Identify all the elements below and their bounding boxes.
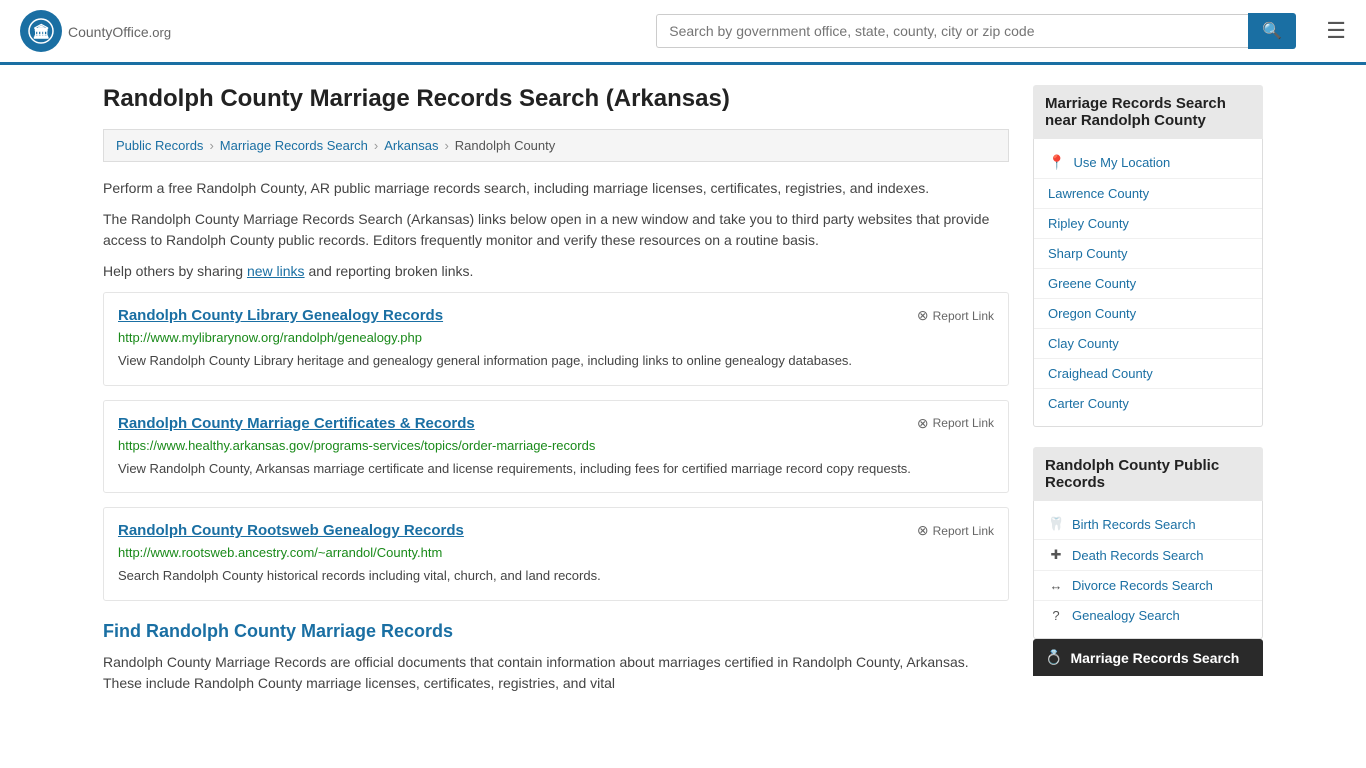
report-icon-0: ⊗ — [917, 307, 929, 324]
breadcrumb-sep-3: › — [444, 138, 448, 153]
breadcrumb-arkansas[interactable]: Arkansas — [384, 138, 438, 153]
nearby-county-link-3[interactable]: Greene County — [1048, 276, 1136, 291]
record-url-0[interactable]: http://www.mylibrarynow.org/randolph/gen… — [118, 330, 994, 345]
svg-text:🏛: 🏛 — [32, 23, 50, 39]
record-entry-2: Randolph County Rootsweb Genealogy Recor… — [103, 507, 1009, 601]
record-header-2: Randolph County Rootsweb Genealogy Recor… — [118, 522, 994, 539]
public-record-label-3[interactable]: Genealogy Search — [1072, 608, 1180, 623]
use-my-location-item[interactable]: 📍 Use My Location — [1034, 147, 1262, 179]
marriage-icon: 💍 — [1045, 649, 1062, 666]
nearby-county-link-1[interactable]: Ripley County — [1048, 216, 1129, 231]
search-icon: 🔍 — [1262, 23, 1282, 40]
nearby-county-5[interactable]: Clay County — [1034, 329, 1262, 359]
public-records-header: Randolph County Public Records — [1033, 447, 1263, 501]
nearby-county-3[interactable]: Greene County — [1034, 269, 1262, 299]
description-1: Perform a free Randolph County, AR publi… — [103, 178, 1009, 199]
logo-link[interactable]: 🏛 CountyOffice.org — [20, 10, 171, 52]
nearby-county-0[interactable]: Lawrence County — [1034, 179, 1262, 209]
public-records-content: 🦷 Birth Records Search ✚ Death Records S… — [1033, 501, 1263, 639]
record-desc-0: View Randolph County Library heritage an… — [118, 351, 994, 371]
report-link-0[interactable]: ⊗ Report Link — [917, 307, 994, 324]
record-entry-1: Randolph County Marriage Certificates & … — [103, 400, 1009, 494]
public-record-0[interactable]: 🦷 Birth Records Search — [1034, 509, 1262, 540]
record-desc-2: Search Randolph County historical record… — [118, 566, 994, 586]
report-link-1[interactable]: ⊗ Report Link — [917, 415, 994, 432]
search-area: 🔍 — [656, 13, 1296, 49]
search-button[interactable]: 🔍 — [1248, 13, 1296, 49]
public-record-3[interactable]: ? Genealogy Search — [1034, 601, 1262, 630]
left-panel: Randolph County Marriage Records Search … — [103, 85, 1009, 704]
report-icon-2: ⊗ — [917, 522, 929, 539]
record-url-1[interactable]: https://www.healthy.arkansas.gov/program… — [118, 438, 994, 453]
use-my-location-link[interactable]: Use My Location — [1073, 155, 1170, 170]
hamburger-icon: ☰ — [1326, 18, 1346, 43]
logo-icon: 🏛 — [20, 10, 62, 52]
main-content: Randolph County Marriage Records Search … — [83, 65, 1283, 724]
divorce-icon: ↔ — [1048, 578, 1064, 593]
nearby-header: Marriage Records Search near Randolph Co… — [1033, 85, 1263, 139]
public-record-label-1[interactable]: Death Records Search — [1072, 548, 1204, 563]
right-panel: Marriage Records Search near Randolph Co… — [1033, 85, 1263, 704]
breadcrumb-public-records[interactable]: Public Records — [116, 138, 203, 153]
nearby-county-link-4[interactable]: Oregon County — [1048, 306, 1136, 321]
nearby-county-6[interactable]: Craighead County — [1034, 359, 1262, 389]
breadcrumb-marriage-records[interactable]: Marriage Records Search — [220, 138, 368, 153]
report-link-2[interactable]: ⊗ Report Link — [917, 522, 994, 539]
nearby-county-link-2[interactable]: Sharp County — [1048, 246, 1128, 261]
find-description: Randolph County Marriage Records are off… — [103, 652, 1009, 694]
page-title: Randolph County Marriage Records Search … — [103, 85, 1009, 113]
public-record-label-2[interactable]: Divorce Records Search — [1072, 578, 1213, 593]
breadcrumb-sep-1: › — [209, 138, 213, 153]
new-links-link[interactable]: new links — [247, 263, 305, 279]
birth-icon: 🦷 — [1048, 516, 1064, 532]
header: 🏛 CountyOffice.org 🔍 ☰ — [0, 0, 1366, 65]
nearby-content: 📍 Use My Location Lawrence County Ripley… — [1033, 139, 1263, 427]
nearby-county-7[interactable]: Carter County — [1034, 389, 1262, 418]
nearby-county-link-0[interactable]: Lawrence County — [1048, 186, 1149, 201]
report-icon-1: ⊗ — [917, 415, 929, 432]
search-input[interactable] — [656, 14, 1248, 48]
report-label-2: Report Link — [933, 524, 994, 538]
find-section-title: Find Randolph County Marriage Records — [103, 621, 1009, 642]
nearby-county-link-6[interactable]: Craighead County — [1048, 366, 1153, 381]
record-title-1[interactable]: Randolph County Marriage Certificates & … — [118, 415, 475, 432]
death-icon: ✚ — [1048, 547, 1064, 563]
menu-button[interactable]: ☰ — [1326, 18, 1346, 44]
record-title-2[interactable]: Randolph County Rootsweb Genealogy Recor… — [118, 522, 464, 539]
nearby-counties-box: Marriage Records Search near Randolph Co… — [1033, 85, 1263, 427]
record-header-0: Randolph County Library Genealogy Record… — [118, 307, 994, 324]
public-record-1[interactable]: ✚ Death Records Search — [1034, 540, 1262, 571]
report-label-0: Report Link — [933, 309, 994, 323]
record-desc-1: View Randolph County, Arkansas marriage … — [118, 459, 994, 479]
nearby-county-2[interactable]: Sharp County — [1034, 239, 1262, 269]
report-label-1: Report Link — [933, 416, 994, 430]
record-header-1: Randolph County Marriage Certificates & … — [118, 415, 994, 432]
public-records-box: Randolph County Public Records 🦷 Birth R… — [1033, 447, 1263, 676]
breadcrumb-sep-2: › — [374, 138, 378, 153]
record-entry-0: Randolph County Library Genealogy Record… — [103, 292, 1009, 386]
public-record-2[interactable]: ↔ Divorce Records Search — [1034, 571, 1262, 601]
record-title-0[interactable]: Randolph County Library Genealogy Record… — [118, 307, 443, 324]
breadcrumb: Public Records › Marriage Records Search… — [103, 129, 1009, 162]
desc3-prefix: Help others by sharing — [103, 263, 247, 279]
public-record-label-0[interactable]: Birth Records Search — [1072, 517, 1196, 532]
logo-suffix: .org — [149, 25, 171, 40]
nearby-county-link-7[interactable]: Carter County — [1048, 396, 1129, 411]
desc3-suffix: and reporting broken links. — [305, 263, 474, 279]
nearby-county-1[interactable]: Ripley County — [1034, 209, 1262, 239]
description-2: The Randolph County Marriage Records Sea… — [103, 209, 1009, 251]
description-3: Help others by sharing new links and rep… — [103, 261, 1009, 282]
logo-text: CountyOffice.org — [68, 21, 171, 42]
nearby-county-4[interactable]: Oregon County — [1034, 299, 1262, 329]
logo-name: CountyOffice — [68, 24, 149, 40]
marriage-records-bottom-header[interactable]: 💍 Marriage Records Search — [1033, 639, 1263, 676]
breadcrumb-current: Randolph County — [455, 138, 555, 153]
records-list: Randolph County Library Genealogy Record… — [103, 292, 1009, 601]
genealogy-icon: ? — [1048, 608, 1064, 623]
nearby-county-link-5[interactable]: Clay County — [1048, 336, 1119, 351]
marriage-records-label: Marriage Records Search — [1070, 650, 1239, 666]
record-url-2[interactable]: http://www.rootsweb.ancestry.com/~arrand… — [118, 545, 994, 560]
location-icon: 📍 — [1048, 154, 1065, 171]
